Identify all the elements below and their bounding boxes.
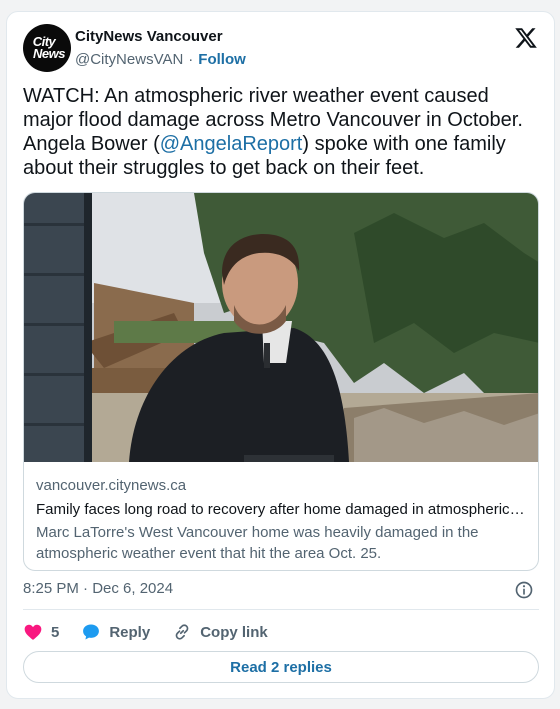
read-replies-button[interactable]: Read 2 replies	[23, 651, 539, 683]
x-logo-icon[interactable]	[514, 26, 538, 50]
speech-bubble-icon	[83, 624, 100, 640]
link-headline: Family faces long road to recovery after…	[36, 501, 528, 518]
copy-link-label: Copy link	[200, 623, 268, 641]
mention-link[interactable]: @AngelaReport	[160, 133, 303, 155]
action-bar: 5 Reply Copy link	[23, 621, 290, 643]
info-icon[interactable]	[514, 580, 534, 600]
divider	[23, 609, 539, 610]
link-preview-text: vancouver.citynews.ca Family faces long …	[36, 476, 528, 564]
account-handle[interactable]: @CityNewsVAN	[75, 51, 183, 68]
reply-label: Reply	[109, 623, 151, 641]
avatar-logo-line2: News	[33, 46, 65, 61]
like-button[interactable]: 5	[23, 622, 59, 642]
tweet-timestamp[interactable]: 8:25 PM · Dec 6, 2024	[23, 580, 173, 597]
tweet-embed-card: City News CityNews Vancouver @CityNewsVA…	[6, 11, 555, 699]
heart-icon	[24, 624, 42, 640]
follow-button[interactable]: Follow	[198, 51, 246, 68]
link-icon	[175, 624, 189, 640]
copy-link-button[interactable]: Copy link	[172, 622, 268, 642]
separator-dot: ·	[188, 51, 194, 68]
article-photo	[24, 193, 538, 462]
like-count: 5	[51, 623, 60, 641]
account-name[interactable]: CityNews Vancouver	[75, 28, 223, 45]
account-handle-row: @CityNewsVAN · Follow	[75, 51, 246, 68]
link-domain: vancouver.citynews.ca	[36, 477, 187, 494]
tweet-text: WATCH: An atmospheric river weather even…	[23, 84, 523, 180]
link-description: Marc LaTorre's West Vancouver home was h…	[36, 524, 479, 562]
reply-button[interactable]: Reply	[81, 622, 150, 642]
avatar[interactable]: City News	[23, 24, 71, 72]
link-preview-card[interactable]: vancouver.citynews.ca Family faces long …	[23, 192, 539, 571]
